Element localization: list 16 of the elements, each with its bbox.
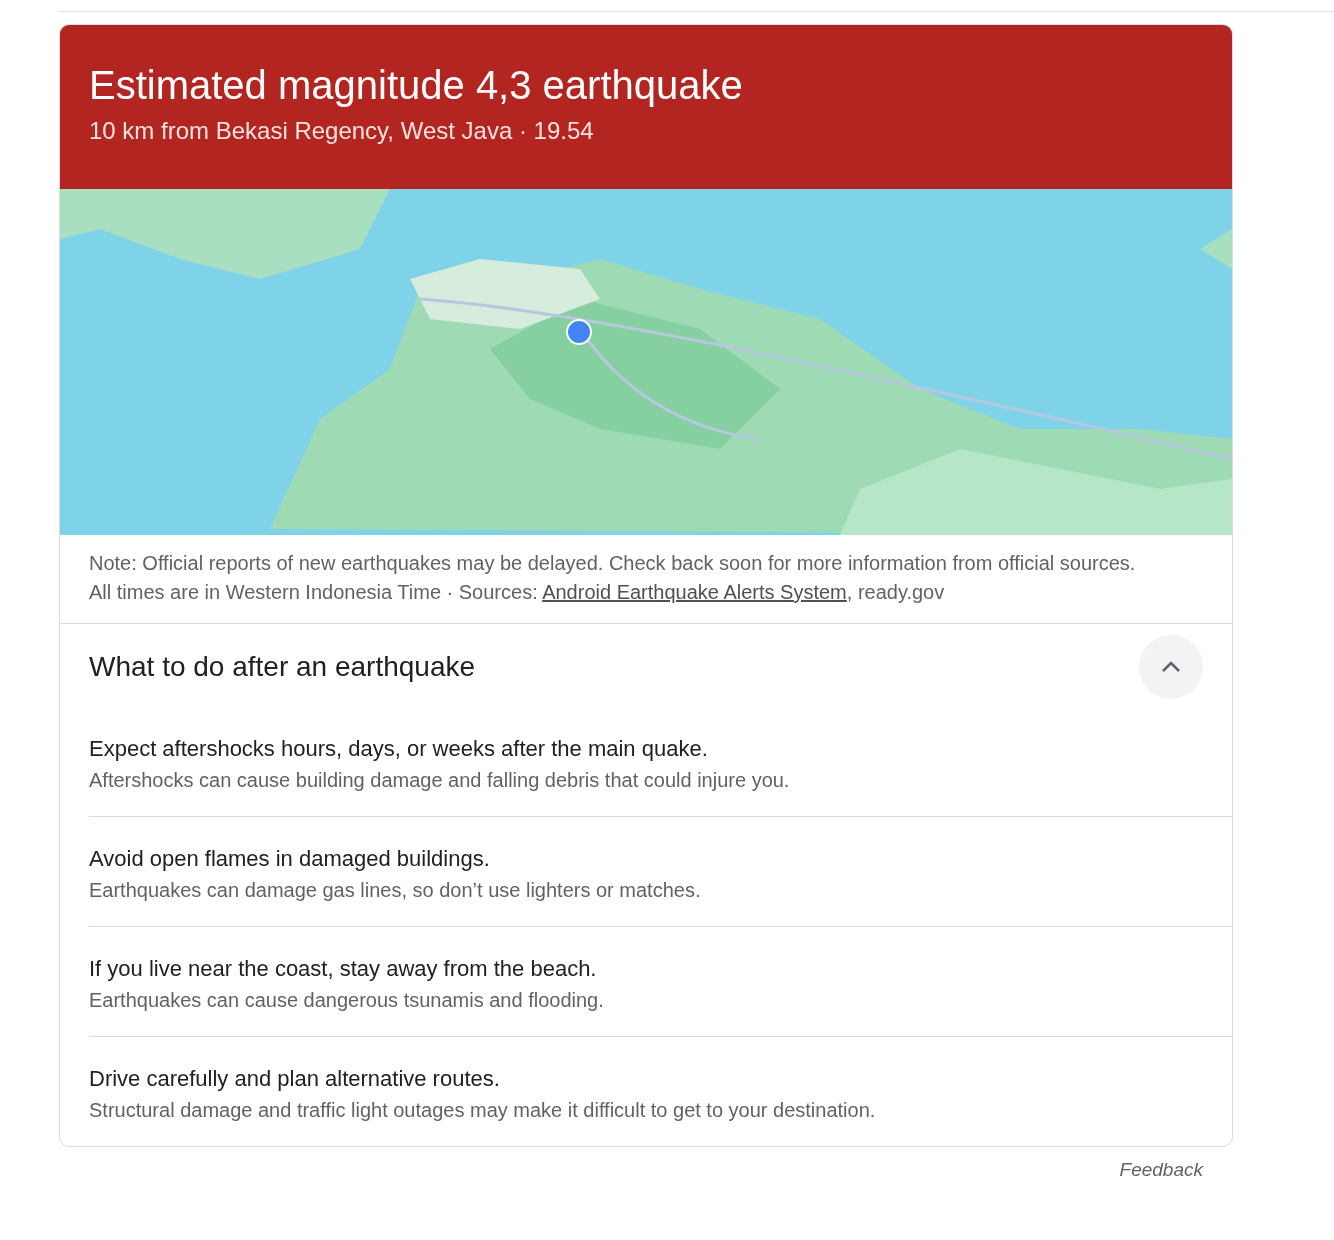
- alert-subtitle: 10 km from Bekasi Regency, West Java · 19.54: [89, 116, 595, 146]
- tip-text: Earthquakes can damage gas lines, so don’t use lighters or matches.: [89, 878, 702, 903]
- note-text: Note: Official reports of new earthquakes may be delayed. Check back soon for more information from official sources.: [89, 551, 1137, 576]
- sources-text: All times are in Western Indonesia Time · Sources: Android Earthquake Alerts System, ready.gov: [89, 580, 946, 605]
- tip-text: Structural damage and traffic light outages may make it difficult to get to your destination.: [89, 1098, 877, 1123]
- section-title: What to do after an earthquake: [89, 651, 476, 683]
- alert-title: Estimated magnitude 4,3 earthquake: [89, 62, 744, 109]
- source-link[interactable]: Android Earthquake Alerts System: [542, 581, 847, 603]
- feedback-link[interactable]: Feedback: [1119, 1159, 1203, 1181]
- tip-title: Drive carefully and plan alternative routes.: [89, 1065, 501, 1093]
- tip-title: If you live near the coast, stay away from the beach.: [89, 955, 598, 983]
- tip-text: Earthquakes can cause dangerous tsunamis and flooding.: [89, 988, 605, 1013]
- tip-text: Aftershocks can cause building damage and falling debris that could injure you.: [89, 768, 791, 793]
- tip-title: Expect aftershocks hours, days, or weeks after the main quake.: [89, 735, 709, 763]
- tip-title: Avoid open flames in damaged buildings.: [89, 845, 491, 873]
- chevron-icon: [1161, 661, 1181, 673]
